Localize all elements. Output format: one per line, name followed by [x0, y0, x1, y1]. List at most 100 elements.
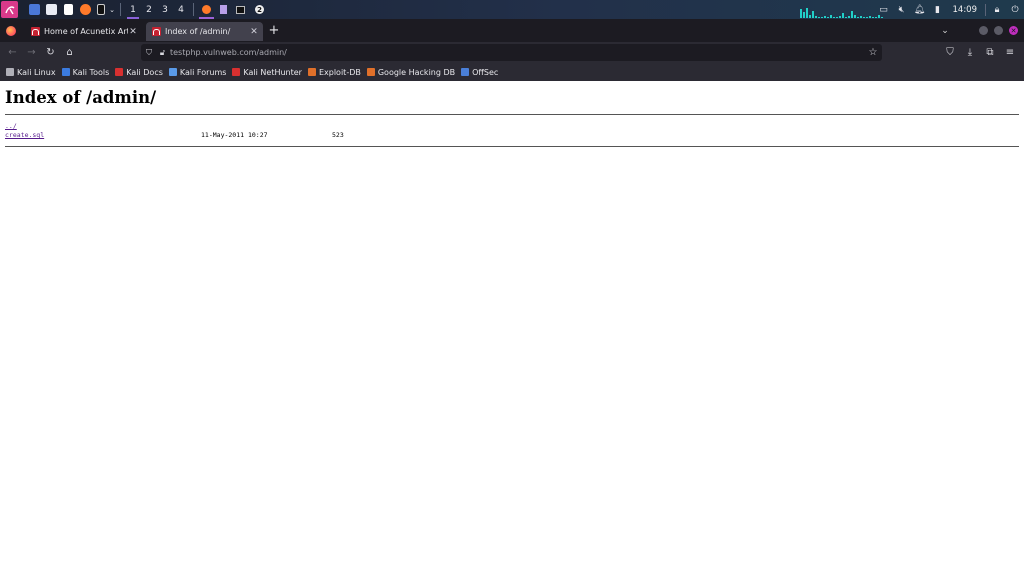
- firefox-view-button[interactable]: [0, 19, 22, 42]
- tab-strip: Home of Acunetix Art ✕ Index of /admin/ …: [0, 19, 1024, 42]
- kali-docs-icon: [115, 68, 124, 76]
- url-input[interactable]: [168, 48, 864, 57]
- task-editor[interactable]: [215, 0, 232, 19]
- lock-screen-icon[interactable]: 🔒︎: [988, 0, 1006, 19]
- clock[interactable]: 14:09: [947, 5, 984, 15]
- firefox-launcher-icon[interactable]: [77, 0, 94, 19]
- bookmark-star-icon[interactable]: ☆: [864, 47, 882, 58]
- file-size: [332, 122, 372, 131]
- file-date: 11-May-2011 10:27: [201, 131, 268, 139]
- workspace-3[interactable]: 3: [157, 0, 173, 19]
- bookmark-label: Kali Docs: [126, 67, 163, 77]
- notifications-bell-icon[interactable]: 🔔︎: [911, 0, 929, 19]
- bookmark-google-hacking-db[interactable]: Google Hacking DB: [366, 67, 456, 77]
- hamburger-menu-icon[interactable]: ≡: [1000, 43, 1020, 62]
- extensions-puzzle-icon[interactable]: ⧉: [980, 43, 1000, 62]
- bookmark-kali-nethunter[interactable]: Kali NetHunter: [232, 68, 302, 77]
- power-icon[interactable]: ⏻: [1006, 0, 1024, 19]
- volume-muted-icon[interactable]: 🔇︎: [893, 0, 911, 19]
- tracking-protection-shield-icon[interactable]: ⛉: [141, 48, 157, 58]
- taskbar-separator: [193, 3, 194, 16]
- kali-forums-icon: [168, 68, 177, 76]
- bookmark-label: Kali NetHunter: [243, 67, 302, 77]
- task-terminal[interactable]: [232, 0, 249, 19]
- nethunter-icon: [232, 68, 241, 76]
- tray-separator: [985, 3, 986, 16]
- bookmark-label: Kali Tools: [72, 67, 110, 77]
- firefox-icon: [6, 25, 16, 36]
- workspace-label: 1: [130, 4, 136, 15]
- bookmark-offsec[interactable]: OffSec: [461, 68, 498, 77]
- workspace-2[interactable]: 2: [141, 0, 157, 19]
- list-item: create.sql 11-May-2011 10:27 523: [5, 131, 1019, 140]
- text-editor-launcher-icon[interactable]: [60, 0, 77, 19]
- offsec-icon: [461, 68, 470, 76]
- list-item: ../: [5, 122, 1019, 131]
- file-date: [201, 122, 332, 131]
- bookmark-kali-docs[interactable]: Kali Docs: [115, 68, 163, 77]
- file-link-create-sql[interactable]: create.sql: [5, 131, 44, 139]
- pocket-icon[interactable]: ⛉: [940, 43, 960, 62]
- acunetix-favicon-icon: [31, 27, 40, 36]
- terminal-launcher-icon[interactable]: [94, 0, 108, 19]
- workspace-label: 4: [178, 4, 184, 15]
- page-title: Index of /admin/: [5, 88, 157, 107]
- taskbar: ⌄ 1 2 3 4 2 ▭ 🔇︎ 🔔︎ ▮ 14:09 🔒︎ ⏻: [0, 0, 1024, 19]
- tab-title: Index of /admin/: [165, 27, 231, 36]
- downloads-icon[interactable]: ⤓: [960, 43, 980, 62]
- launcher-dropdown-icon[interactable]: ⌄: [108, 0, 116, 19]
- url-bar[interactable]: ⛉ 🔓︎ ☆: [141, 44, 882, 61]
- list-all-tabs-chevron-down-icon[interactable]: ⌄: [936, 26, 954, 36]
- tab-title: Home of Acunetix Art: [44, 27, 128, 36]
- bookmark-label: Google Hacking DB: [377, 67, 456, 77]
- file-manager-launcher-icon[interactable]: [26, 0, 43, 19]
- bookmark-label: OffSec: [472, 67, 499, 77]
- tab-home-of-acunetix-art[interactable]: Home of Acunetix Art ✕: [25, 22, 142, 41]
- bookmark-kali-forums[interactable]: Kali Forums: [168, 68, 226, 77]
- bookmark-label: Exploit-DB: [318, 67, 361, 77]
- new-tab-button[interactable]: +: [263, 23, 285, 38]
- parent-directory-link[interactable]: ../: [5, 122, 17, 130]
- directory-listing: ../create.sql 11-May-2011 10:27 523: [5, 122, 1019, 146]
- kali-menu-icon[interactable]: [1, 1, 18, 18]
- system-tray: ▭ 🔇︎ 🔔︎ ▮ 14:09 🔒︎ ⏻: [875, 0, 1024, 19]
- forward-arrow-icon[interactable]: →: [22, 43, 41, 62]
- workspace-1[interactable]: 1: [125, 0, 141, 19]
- folder-launcher-icon[interactable]: [43, 0, 60, 19]
- divider: [5, 146, 1019, 147]
- workspace-4[interactable]: 4: [173, 0, 189, 19]
- cpu-graph: [800, 5, 886, 18]
- close-window-button[interactable]: ✕: [1009, 26, 1018, 35]
- navigation-toolbar: ← → ↻ ⌂ ⛉ 🔓︎ ☆ ⛉ ⤓ ⧉ ≡: [0, 42, 1024, 63]
- battery-icon[interactable]: ▮: [929, 0, 947, 19]
- insecure-connection-lock-icon[interactable]: 🔓︎: [157, 48, 168, 58]
- bookmarks-toolbar: Kali Linux Kali Tools Kali Docs Kali Forums…: [0, 63, 1024, 81]
- workspace-label: 3: [162, 4, 168, 15]
- bookmark-exploit-db[interactable]: Exploit-DB: [307, 67, 361, 77]
- page-content: Index of /admin/ ../create.sql 11-May-201…: [0, 81, 1024, 576]
- exploit-db-icon: [307, 68, 316, 76]
- notification-badge: 2: [255, 5, 264, 14]
- maximize-window-button[interactable]: [994, 26, 1003, 35]
- acunetix-favicon-icon: [152, 27, 161, 36]
- terminal-icon: [236, 5, 245, 14]
- display-icon[interactable]: ▭: [875, 0, 893, 19]
- firefox-icon: [202, 5, 211, 14]
- taskbar-separator: [120, 3, 121, 16]
- home-icon[interactable]: ⌂: [60, 43, 79, 62]
- bookmark-kali-tools[interactable]: Kali Tools: [61, 67, 110, 77]
- bookmark-label: Kali Linux: [17, 67, 56, 77]
- task-firefox[interactable]: [198, 0, 215, 19]
- back-arrow-icon[interactable]: ←: [3, 43, 22, 62]
- close-tab-icon[interactable]: ✕: [128, 27, 138, 37]
- editor-icon: [220, 5, 227, 14]
- close-tab-icon[interactable]: ✕: [249, 27, 259, 37]
- kali-icon: [6, 68, 14, 76]
- bookmark-kali-linux[interactable]: Kali Linux: [6, 68, 56, 77]
- file-size: 523: [332, 131, 344, 139]
- kali-tools-icon: [61, 68, 70, 76]
- tab-index-of-admin[interactable]: Index of /admin/ ✕: [146, 22, 263, 41]
- reload-icon[interactable]: ↻: [41, 43, 60, 62]
- minimize-window-button[interactable]: [979, 26, 988, 35]
- divider: [5, 114, 1019, 115]
